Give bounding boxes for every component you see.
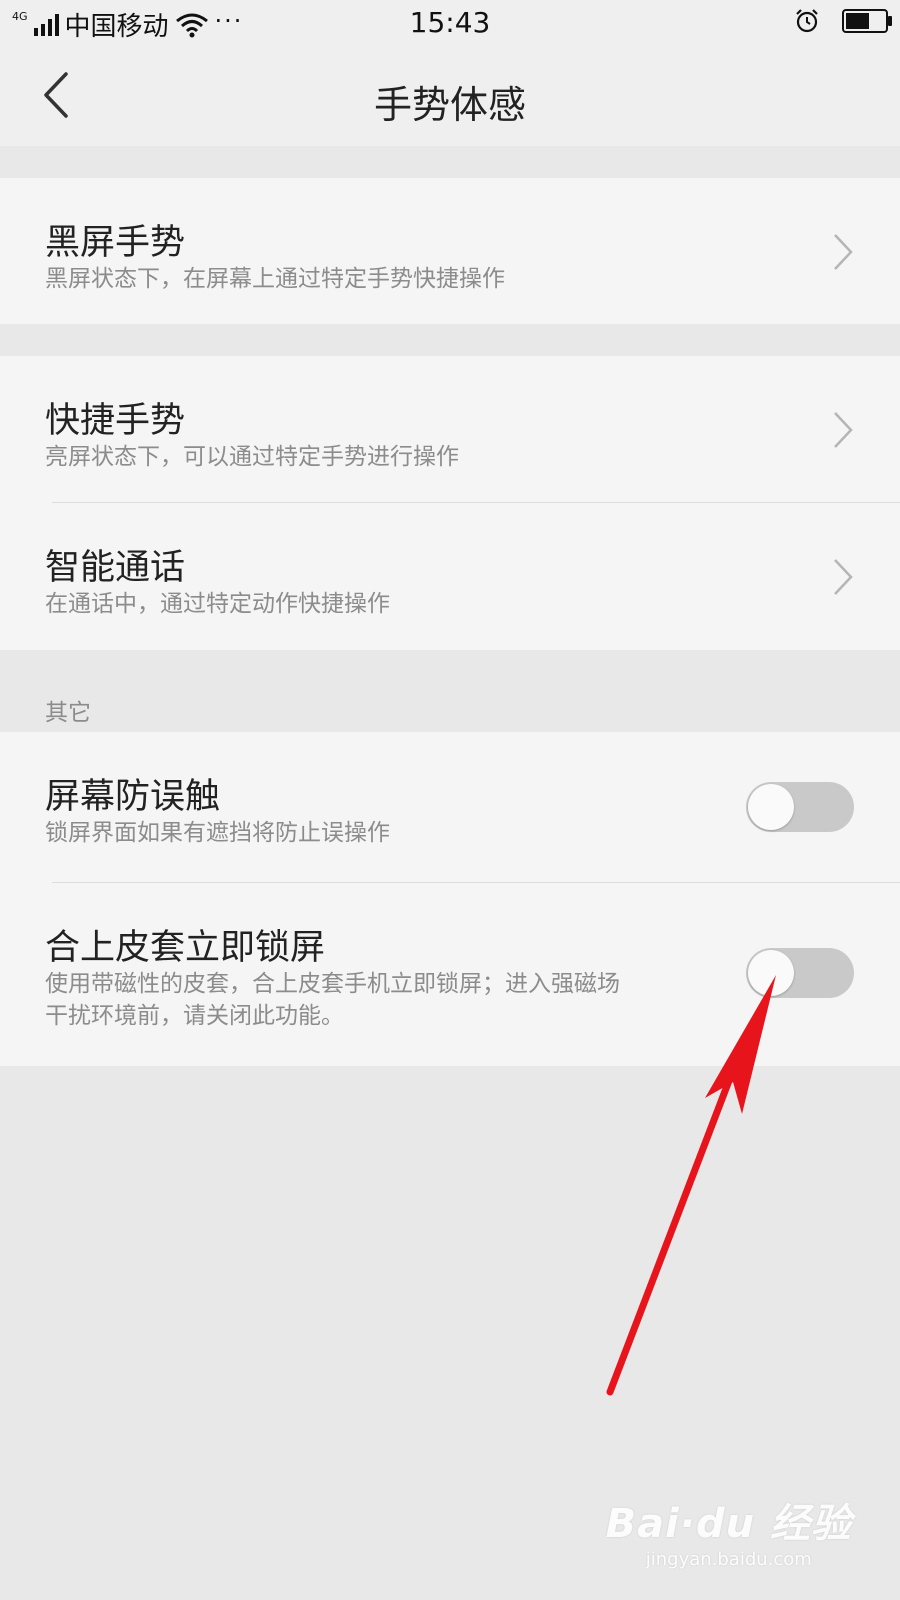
watermark-url: jingyan.baidu.com [645, 1549, 812, 1570]
battery-level [846, 13, 869, 29]
section-label-other: 其它 [45, 700, 91, 726]
item-title: 黑屏手势 [45, 223, 186, 263]
toggle-knob [748, 950, 794, 996]
settings-item-quick-gesture[interactable]: 快捷手势 亮屏状态下，可以通过特定手势进行操作 [0, 356, 900, 502]
battery-icon [842, 9, 892, 33]
item-subtitle: 锁屏界面如果有遮挡将防止误操作 [45, 820, 390, 846]
settings-item-screen-off-gesture[interactable]: 黑屏手势 黑屏状态下，在屏幕上通过特定手势快捷操作 [0, 178, 900, 324]
clock: 15:43 [409, 6, 491, 39]
settings-group-other: 屏幕防误触 锁屏界面如果有遮挡将防止误操作 合上皮套立即锁屏 使用带磁性的皮套，… [0, 732, 900, 1066]
cover-lock-toggle[interactable] [746, 948, 854, 998]
item-title: 合上皮套立即锁屏 [45, 928, 326, 968]
chevron-right-icon [834, 234, 853, 270]
chevron-right-icon [834, 412, 853, 448]
alarm-icon [796, 9, 818, 33]
accidental-touch-toggle[interactable] [746, 782, 854, 832]
settings-item-accidental-touch: 屏幕防误触 锁屏界面如果有遮挡将防止误操作 [0, 732, 900, 882]
item-subtitle: 亮屏状态下，可以通过特定手势进行操作 [45, 444, 459, 470]
item-subtitle: 在通话中，通过特定动作快捷操作 [45, 591, 390, 617]
item-title: 屏幕防误触 [45, 777, 221, 817]
status-right [794, 8, 892, 34]
item-title: 智能通话 [45, 548, 186, 588]
item-title: 快捷手势 [45, 401, 186, 441]
item-subtitle-line2: 干扰环境前，请关闭此功能。 [45, 1003, 344, 1029]
title-bar: 手势体感 [0, 48, 900, 146]
watermark-logo: Bai·du 经验 [605, 1501, 852, 1547]
settings-group-screen-off: 黑屏手势 黑屏状态下，在屏幕上通过特定手势快捷操作 [0, 178, 900, 324]
baidu-watermark: Bai·du 经验 jingyan.baidu.com [606, 1491, 852, 1570]
chevron-right-icon [834, 559, 853, 595]
settings-group-gestures: 快捷手势 亮屏状态下，可以通过特定手势进行操作 智能通话 在通话中，通过特定动作… [0, 356, 900, 650]
status-bar: 4G 中国移动 ··· 15:43 [0, 0, 900, 48]
page-title: 手势体感 [373, 83, 526, 127]
item-subtitle: 黑屏状态下，在屏幕上通过特定手势快捷操作 [45, 266, 505, 292]
toggle-knob [748, 784, 794, 830]
settings-item-cover-lock: 合上皮套立即锁屏 使用带磁性的皮套，合上皮套手机立即锁屏；进入强磁场 干扰环境前… [0, 883, 900, 1066]
settings-item-smart-call[interactable]: 智能通话 在通话中，通过特定动作快捷操作 [0, 503, 900, 650]
item-subtitle-line1: 使用带磁性的皮套，合上皮套手机立即锁屏；进入强磁场 [45, 971, 620, 997]
